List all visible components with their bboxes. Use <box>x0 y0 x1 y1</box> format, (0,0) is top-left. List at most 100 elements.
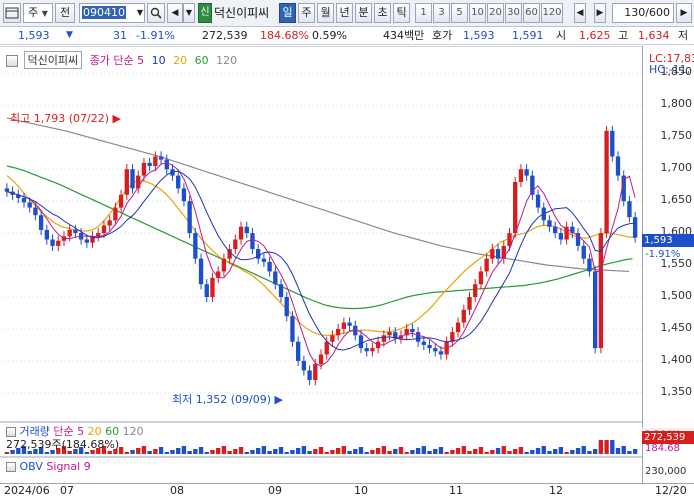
candle-body <box>518 169 524 182</box>
candle-body <box>415 332 421 342</box>
period-tab[interactable]: 틱 <box>393 3 410 23</box>
down-arrow-icon: ▼ <box>66 30 73 40</box>
y-tick-label: 1,650 <box>660 193 693 207</box>
stock-name: 덕신이피씨 <box>214 6 270 20</box>
period-tab[interactable]: 주 <box>298 3 315 23</box>
volume-bar <box>324 452 329 454</box>
legend-ma5[interactable]: 종가 단순 5 <box>90 54 144 67</box>
interval-button[interactable]: 30 <box>505 3 522 23</box>
candle-body <box>347 322 352 326</box>
volume-bar <box>216 448 221 454</box>
candle-body <box>370 348 375 352</box>
chevron-down-icon: ▼ <box>136 8 143 17</box>
x-tick-label: 09 <box>268 484 282 497</box>
period-tab[interactable]: 일 <box>279 3 296 23</box>
candle-body <box>107 220 112 226</box>
interval-button[interactable]: 60 <box>523 3 540 23</box>
chart-type-icon[interactable] <box>3 3 21 23</box>
volume-bar <box>181 446 187 454</box>
volume-bar <box>564 452 569 454</box>
count-display[interactable]: 130/600 <box>612 3 674 23</box>
interval-button[interactable]: 3 <box>433 3 450 23</box>
period-tab[interactable]: 초 <box>374 3 391 23</box>
trade-amount: 434백만 <box>383 29 425 42</box>
toolbar: 주 ▼ 전 090410 ▼ ◀ ▼ 신 덕신이피씨 일주월년분초틱 1 3 5 10… <box>0 0 694 27</box>
chart-menu-icon[interactable] <box>6 462 16 472</box>
legend-ma120[interactable]: 120 <box>216 54 237 67</box>
volume-bar <box>256 448 261 454</box>
volume-bar <box>290 450 295 454</box>
candle-body <box>141 162 147 176</box>
volume-ratio: 184.68% <box>260 29 309 42</box>
interval-button[interactable]: 20 <box>487 3 504 23</box>
candle-body <box>181 188 187 202</box>
candle-body <box>33 207 38 216</box>
volume-bar <box>238 447 244 454</box>
legend-ma20[interactable]: 20 <box>173 54 187 67</box>
obv-signal[interactable]: Signal 9 <box>46 460 90 473</box>
volume-bar <box>415 448 421 454</box>
interval-button[interactable]: 120 <box>541 3 563 23</box>
volume-bar <box>387 451 392 454</box>
candle-body <box>158 156 164 160</box>
volume-bar <box>473 449 478 454</box>
volume-bar <box>621 446 626 454</box>
arrow-right-icon: ▶ <box>274 393 283 406</box>
candle-body <box>313 364 318 381</box>
volume-bar <box>153 449 158 454</box>
y-tick-label: 1,700 <box>660 161 693 175</box>
volume-ma120[interactable]: 120 <box>123 425 144 438</box>
candle-body <box>193 233 198 259</box>
obv-label[interactable]: OBV <box>20 460 43 473</box>
volume-bar <box>318 447 324 454</box>
volume-bar <box>278 447 284 454</box>
legend-ma10[interactable]: 10 <box>152 54 166 67</box>
candle-body <box>164 159 169 170</box>
volume-bar <box>198 447 204 454</box>
candle-body <box>273 271 278 285</box>
low-label: 저 <box>678 29 689 42</box>
volume-bar <box>124 452 129 454</box>
bid-price: 1,591 <box>512 29 544 42</box>
candle-body <box>221 258 227 272</box>
y-tick-label: 1,850 <box>660 65 693 79</box>
chevron-right-icon[interactable]: ▶ <box>594 3 606 23</box>
volume-bar <box>375 448 381 454</box>
candle-body <box>44 229 50 240</box>
chart-menu-icon[interactable] <box>6 55 18 67</box>
volume-bar <box>467 451 472 454</box>
volume-bar <box>393 449 398 454</box>
mode-select[interactable]: 주 ▼ <box>23 3 53 23</box>
low-annotation-text: 최저 1,352 (09/09) <box>172 393 272 406</box>
legend-ma60[interactable]: 60 <box>195 54 209 67</box>
interval-button[interactable]: 1 <box>415 3 432 23</box>
period-tab[interactable]: 월 <box>317 3 334 23</box>
candle-body <box>473 284 478 297</box>
chevron-down-icon[interactable]: ▼ <box>183 3 195 23</box>
price-change: 31 <box>113 29 127 42</box>
prev-button[interactable]: 전 <box>55 3 75 23</box>
candle-body <box>513 182 518 234</box>
candle-body <box>632 217 638 238</box>
candle-body <box>210 277 215 297</box>
interval-button[interactable]: 10 <box>469 3 486 23</box>
legend-stock-name[interactable]: 덕신이피씨 <box>23 51 83 69</box>
search-icon[interactable] <box>147 3 165 23</box>
volume-bar <box>507 451 512 454</box>
stock-code-input[interactable]: 090410 ▼ <box>79 3 145 23</box>
volume-bar <box>484 452 489 454</box>
chevron-left-icon[interactable]: ◀ <box>574 3 586 23</box>
period-tab[interactable]: 분 <box>355 3 372 23</box>
chevron-right-icon[interactable]: ▶ <box>676 3 692 23</box>
mode-label: 주 <box>28 6 39 19</box>
x-tick-label: 2024/06 <box>4 484 50 497</box>
volume-bar <box>615 448 621 454</box>
interval-button[interactable]: 5 <box>451 3 468 23</box>
candle-body <box>490 249 495 259</box>
volume-bar <box>347 451 352 454</box>
price-axis[interactable]: LC:17,83 HC:-11, 1,350 1,400 1,450 1,500 1,5… <box>642 46 694 483</box>
period-tab[interactable]: 년 <box>336 3 353 23</box>
sound-icon[interactable]: ◀ <box>167 3 183 23</box>
candle-body <box>4 188 10 192</box>
candle-body <box>204 284 209 297</box>
